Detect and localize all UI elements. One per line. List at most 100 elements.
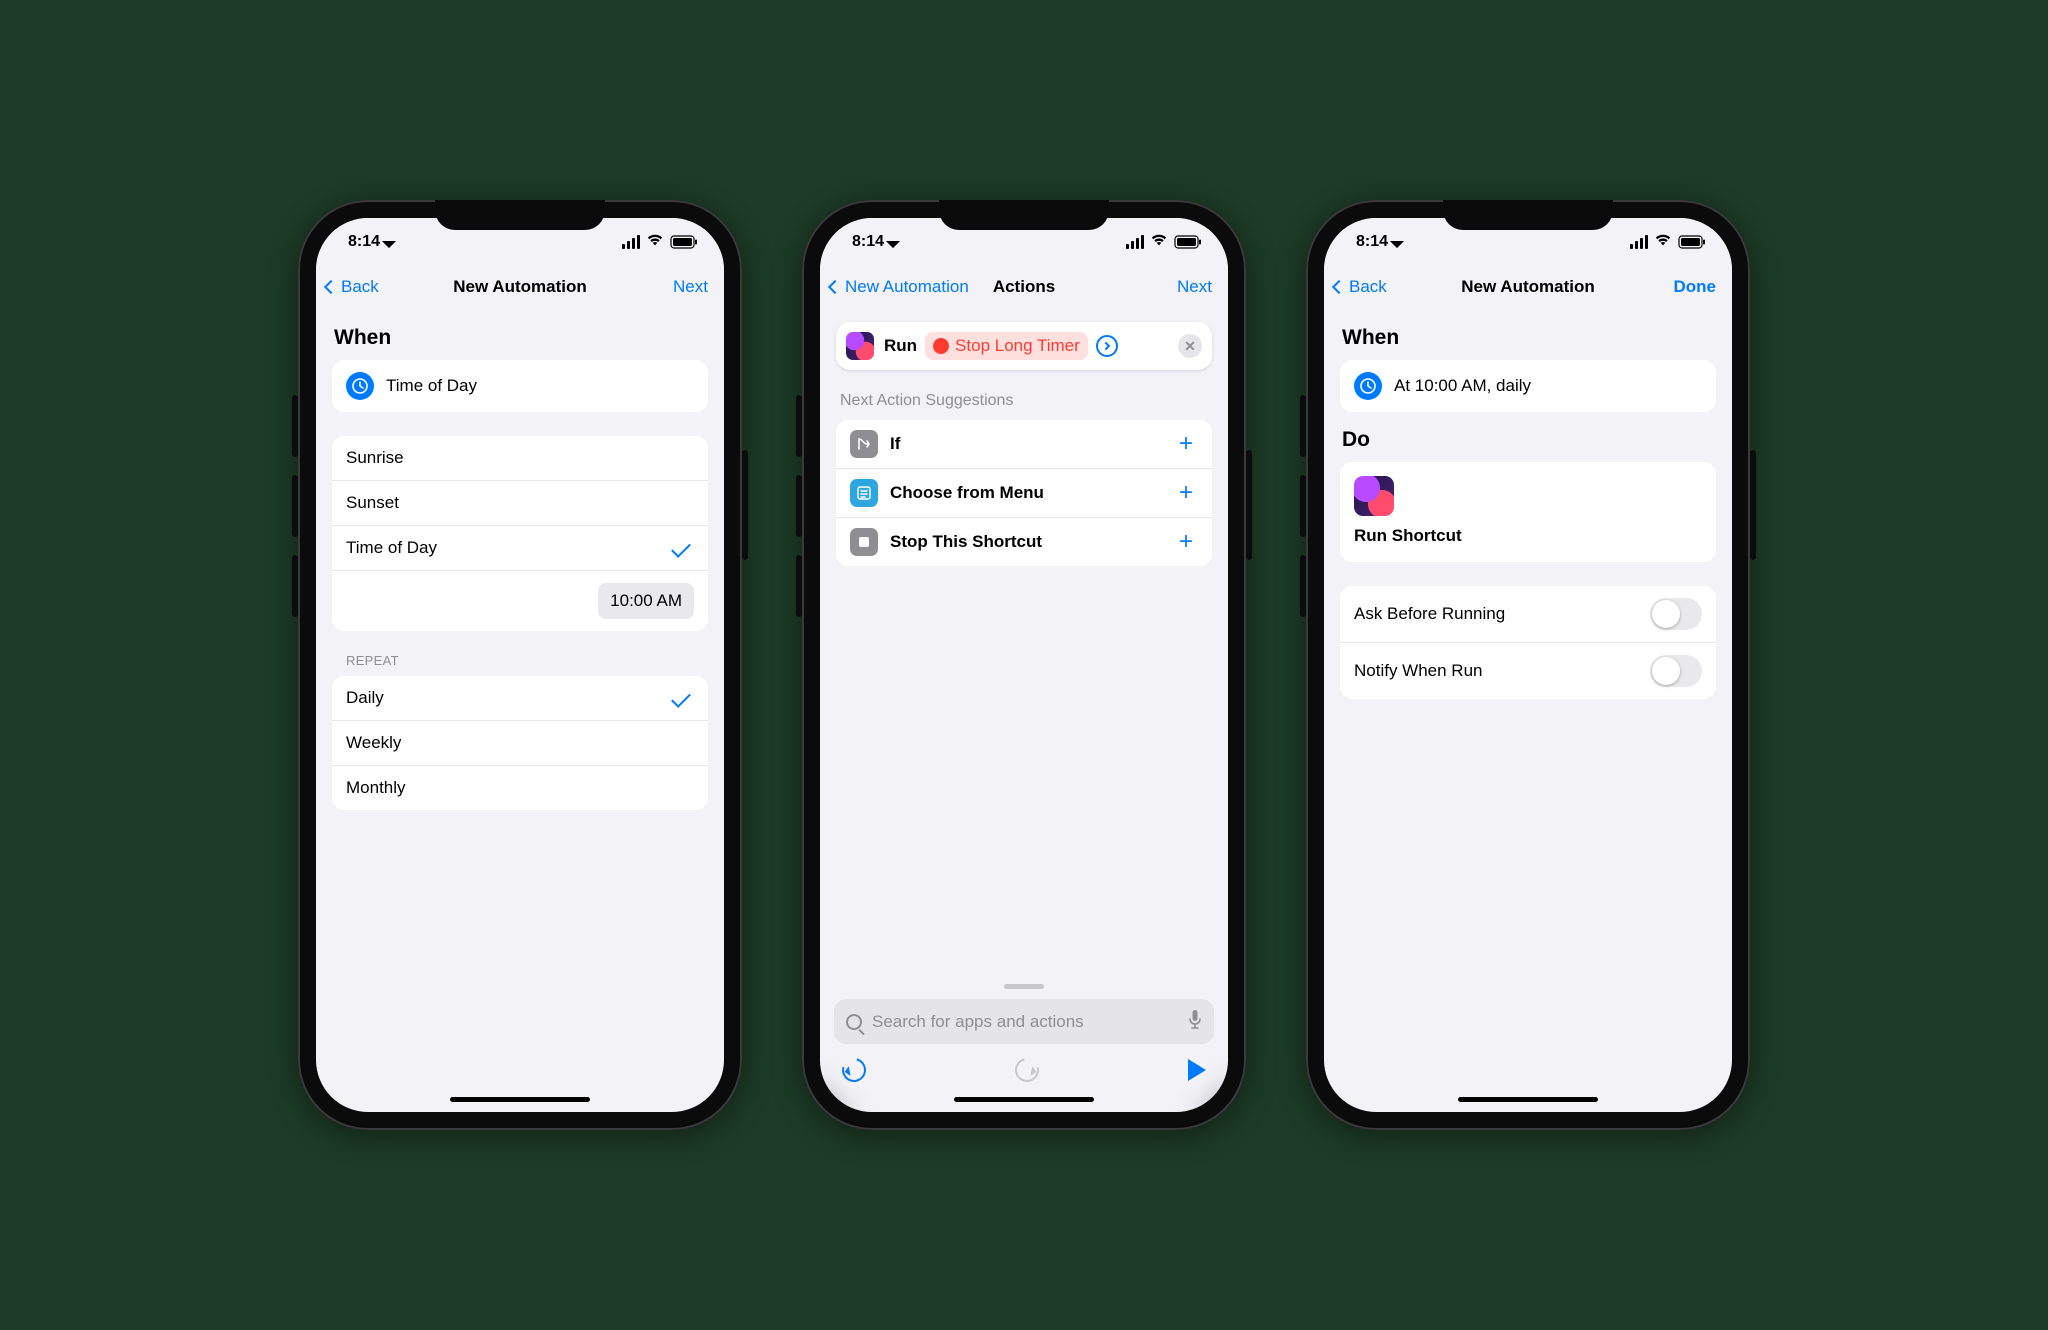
option-sunset[interactable]: Sunset (332, 480, 708, 525)
search-icon (846, 1014, 862, 1030)
screen-1: 8:14 Back New Automation Next When (316, 218, 724, 1112)
suggestion-choose-menu[interactable]: Choose from Menu + (836, 468, 1212, 517)
location-arrow-icon (382, 234, 396, 248)
repeat-weekly[interactable]: Weekly (332, 720, 708, 765)
phone-frame-3: 8:14 Back New Automation Done When (1306, 200, 1750, 1130)
shortcut-name: Stop Long Timer (955, 336, 1080, 356)
chevron-left-icon (324, 279, 338, 293)
setting-ask-before-running: Ask Before Running (1340, 586, 1716, 642)
checkmark-icon (671, 688, 691, 708)
suggestion-if[interactable]: If + (836, 420, 1212, 468)
do-card[interactable]: Run Shortcut (1340, 462, 1716, 562)
repeat-daily[interactable]: Daily (332, 676, 708, 720)
menu-icon (850, 479, 878, 507)
cellular-signal-icon (622, 235, 640, 249)
wifi-icon (646, 233, 664, 252)
option-label: Sunset (346, 493, 694, 513)
toggle-notify-when-run[interactable] (1650, 655, 1702, 687)
wifi-icon (1654, 233, 1672, 252)
search-field[interactable]: Search for apps and actions (834, 999, 1214, 1044)
phone-frame-1: 8:14 Back New Automation Next When (298, 200, 742, 1130)
setting-label: Notify When Run (1354, 661, 1638, 681)
status-time: 8:14 (852, 233, 884, 251)
option-label: Daily (346, 688, 660, 708)
option-sunrise[interactable]: Sunrise (332, 436, 708, 480)
location-arrow-icon (1390, 234, 1404, 248)
option-label: Weekly (346, 733, 694, 753)
wifi-icon (1150, 233, 1168, 252)
shortcuts-app-icon (846, 332, 874, 360)
trigger-row[interactable]: Time of Day (332, 360, 708, 412)
when-heading: When (334, 326, 706, 350)
action-verb: Run (884, 336, 917, 356)
run-shortcut-action[interactable]: Run Stop Long Timer ✕ (836, 322, 1212, 370)
run-button[interactable] (1188, 1059, 1206, 1081)
chevron-left-icon (828, 279, 842, 293)
next-button[interactable]: Next (673, 277, 708, 297)
branching-icon (850, 430, 878, 458)
option-label: Monthly (346, 778, 694, 798)
nav-title: New Automation (453, 277, 586, 297)
suggestions-header: Next Action Suggestions (840, 392, 1208, 410)
back-label: Back (1349, 277, 1387, 297)
back-button[interactable]: Back (1334, 277, 1387, 297)
when-heading: When (1342, 326, 1714, 350)
shortcut-token[interactable]: Stop Long Timer (925, 332, 1088, 360)
bottom-panel: Search for apps and actions (820, 976, 1228, 1112)
stop-icon (850, 528, 878, 556)
editor-toolbar (834, 1044, 1214, 1082)
time-picker[interactable]: 10:00 AM (598, 583, 694, 619)
content-area: When At 10:00 AM, daily Do Run Shortcut … (1324, 310, 1732, 1112)
add-icon[interactable]: + (1174, 432, 1198, 456)
trigger-label: Time of Day (386, 376, 694, 396)
notch (939, 200, 1109, 230)
cellular-signal-icon (1630, 235, 1648, 249)
undo-button[interactable] (838, 1054, 871, 1087)
suggestion-label: Choose from Menu (890, 483, 1162, 503)
suggestion-label: Stop This Shortcut (890, 532, 1162, 552)
nav-title: New Automation (1461, 277, 1594, 297)
battery-icon (1678, 235, 1706, 249)
option-time-of-day[interactable]: Time of Day (332, 525, 708, 570)
suggestion-stop-shortcut[interactable]: Stop This Shortcut + (836, 517, 1212, 566)
back-label: New Automation (845, 277, 969, 297)
navbar: New Automation Actions Next (820, 264, 1228, 310)
sheet-grabber[interactable] (1004, 984, 1044, 989)
nav-title: Actions (993, 277, 1055, 297)
status-time: 8:14 (348, 233, 380, 251)
back-label: Back (341, 277, 379, 297)
location-arrow-icon (886, 234, 900, 248)
add-icon[interactable]: + (1174, 481, 1198, 505)
content-area: When Time of Day Sunrise Sunset Time of (316, 310, 724, 1112)
when-summary-card[interactable]: At 10:00 AM, daily (1340, 360, 1716, 412)
done-button[interactable]: Done (1674, 277, 1717, 297)
checkmark-icon (671, 538, 691, 558)
option-label: Sunrise (346, 448, 694, 468)
next-button[interactable]: Next (1177, 277, 1212, 297)
repeat-monthly[interactable]: Monthly (332, 765, 708, 810)
toggle-ask-before-running[interactable] (1650, 598, 1702, 630)
remove-action-button[interactable]: ✕ (1178, 334, 1202, 358)
time-picker-row: 10:00 AM (332, 570, 708, 631)
chevron-left-icon (1332, 279, 1346, 293)
clock-icon (1354, 372, 1382, 400)
back-button[interactable]: Back (326, 277, 379, 297)
navbar: Back New Automation Done (1324, 264, 1732, 310)
timer-icon (933, 338, 949, 354)
suggestions-list: If + Choose from Menu + Stop This Shortc… (836, 420, 1212, 566)
disclosure-button[interactable] (1096, 335, 1118, 357)
add-icon[interactable]: + (1174, 530, 1198, 554)
time-options-card: Sunrise Sunset Time of Day 10:00 AM (332, 436, 708, 631)
microphone-icon[interactable] (1188, 1009, 1202, 1034)
repeat-header: REPEAT (346, 653, 694, 668)
repeat-card: Daily Weekly Monthly (332, 676, 708, 810)
back-button[interactable]: New Automation (830, 277, 969, 297)
screen-3: 8:14 Back New Automation Done When (1324, 218, 1732, 1112)
notch (435, 200, 605, 230)
search-placeholder: Search for apps and actions (872, 1012, 1178, 1032)
do-heading: Do (1342, 428, 1714, 452)
do-label: Run Shortcut (1354, 526, 1702, 546)
navbar: Back New Automation Next (316, 264, 724, 310)
clock-icon (346, 372, 374, 400)
when-summary-label: At 10:00 AM, daily (1394, 376, 1702, 396)
